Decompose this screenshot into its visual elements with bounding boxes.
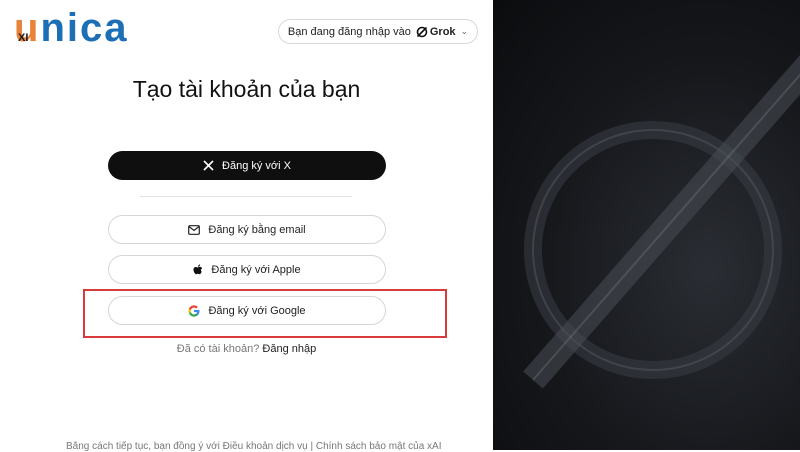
apple-icon <box>193 263 203 276</box>
grok-name: Grok <box>429 25 456 38</box>
terms-footer: Bằng cách tiếp tục, bạn đồng ý với Điều … <box>66 441 442 452</box>
grok-artwork-icon <box>523 55 800 389</box>
signup-with-apple-label: Đăng ký với Apple <box>211 263 301 276</box>
signup-with-x-label: Đăng ký với X <box>222 159 291 172</box>
x-logo-icon <box>203 160 214 171</box>
signin-link[interactable]: Đăng nhập <box>262 343 316 355</box>
signup-with-email-button[interactable]: Đăng ký bằng email <box>108 215 386 244</box>
brand-artwork-panel <box>493 0 800 450</box>
signup-pane: unica XI Bạn đang đăng nhập vào Grok ⌄ T… <box>0 0 493 452</box>
grok-brand: Grok <box>416 26 456 38</box>
divider <box>140 196 352 197</box>
logged-in-label: Bạn đang đăng nhập vào <box>287 25 411 38</box>
signup-with-apple-button[interactable]: Đăng ký với Apple <box>108 255 386 284</box>
unica-logo: unica XI <box>14 2 128 48</box>
signup-with-google-button[interactable]: Đăng ký với Google <box>108 296 386 325</box>
google-icon <box>188 304 200 317</box>
signup-with-x-button[interactable]: Đăng ký với X <box>108 151 386 180</box>
signup-with-google-label: Đăng ký với Google <box>208 304 306 317</box>
grok-logo-icon <box>416 26 428 38</box>
chevron-down-icon: ⌄ <box>460 26 469 36</box>
signin-prompt-text: Đã có tài khoản? <box>176 343 260 355</box>
page-title: Tạo tài khoản của bạn <box>132 76 361 102</box>
signin-prompt: Đã có tài khoản? Đăng nhập <box>0 343 493 355</box>
signup-with-email-label: Đăng ký bằng email <box>208 223 306 236</box>
logo-subtext: XI <box>18 32 29 44</box>
logo-wordmark: unica <box>14 6 129 50</box>
mail-icon <box>188 224 201 235</box>
logged-in-selector[interactable]: Bạn đang đăng nhập vào Grok ⌄ <box>278 19 478 44</box>
